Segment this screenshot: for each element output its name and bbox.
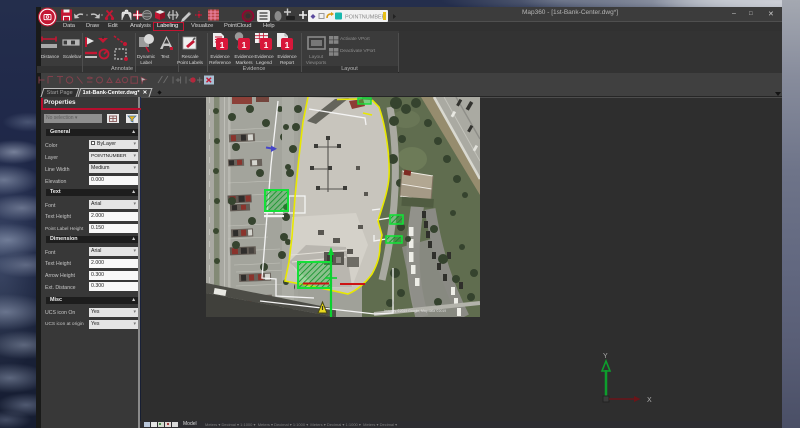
svg-text:1: 1 [242,40,247,50]
svg-text:POINTNUMBER: POINTNUMBER [345,15,386,21]
svg-text:1: 1 [264,40,269,50]
svg-text:Y: Y [603,353,608,360]
svg-text:1: 1 [285,40,290,50]
svg-text:Imagery ©2019 Google, Map data: Imagery ©2019 Google, Map data ©2019 [384,309,446,313]
svg-text:1: 1 [220,40,225,50]
svg-text:X: X [647,397,652,404]
